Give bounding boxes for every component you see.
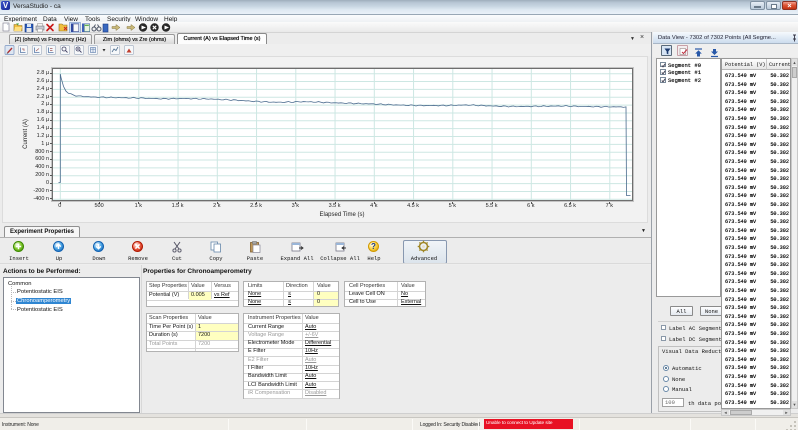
svg-text:?: ?: [371, 242, 376, 251]
